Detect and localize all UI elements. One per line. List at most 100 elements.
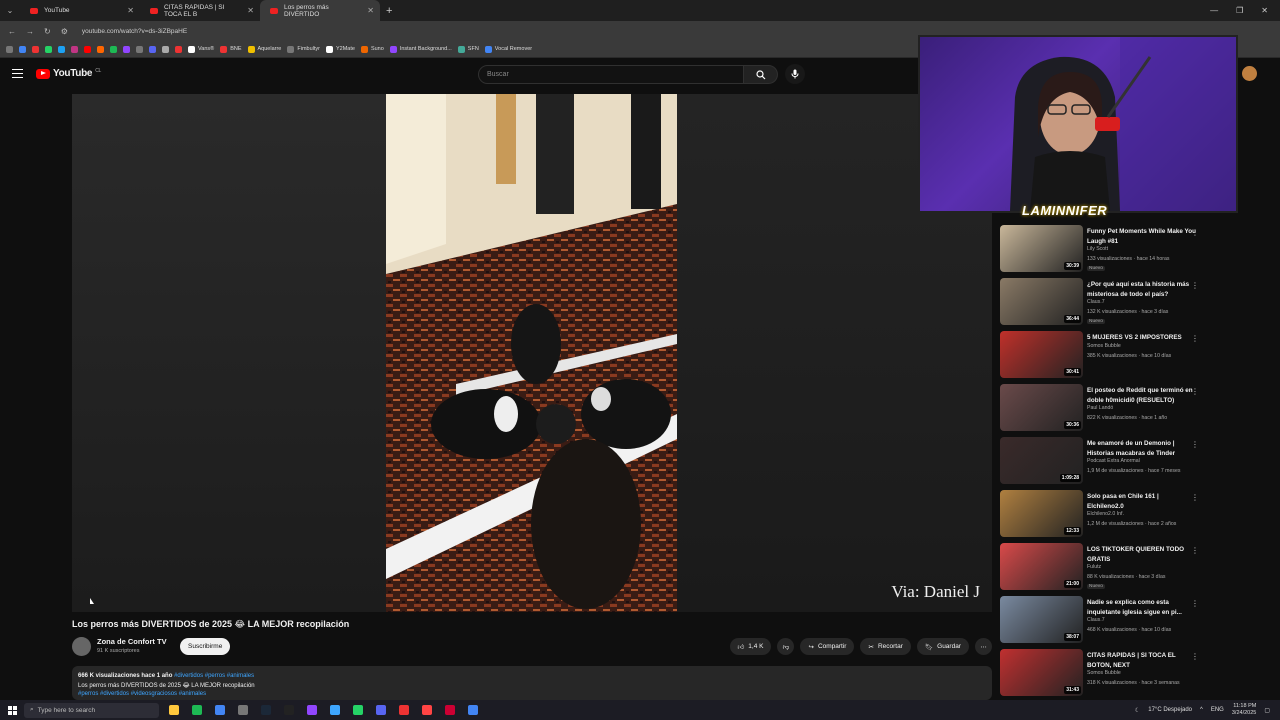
bookmark-icon[interactable] bbox=[45, 45, 52, 53]
more-actions-button[interactable]: ⋯ bbox=[975, 638, 992, 655]
video-frame[interactable] bbox=[386, 94, 677, 612]
chrome-icon[interactable] bbox=[215, 705, 225, 715]
recommended-video-channel[interactable]: Claus.7 bbox=[1087, 299, 1105, 305]
recommended-video-channel[interactable]: Elchileno2.0 Inf. bbox=[1087, 511, 1124, 517]
close-tab-icon[interactable]: ✕ bbox=[247, 6, 254, 15]
chrome-icon[interactable] bbox=[468, 705, 478, 715]
app-icon[interactable] bbox=[399, 705, 409, 715]
bookmark-icon[interactable] bbox=[136, 45, 143, 53]
bookmark-icon[interactable] bbox=[32, 45, 39, 53]
more-options-icon[interactable]: ⋮ bbox=[1191, 440, 1199, 449]
more-options-icon[interactable]: ⋮ bbox=[1191, 599, 1199, 608]
recommended-video-channel[interactable]: Podcast Extra Anormal bbox=[1087, 458, 1140, 464]
more-options-icon[interactable]: ⋮ bbox=[1191, 228, 1199, 237]
recommended-video-title[interactable]: 5 MUJERES VS 2 IMPOSTORES bbox=[1087, 333, 1197, 343]
minimize-icon[interactable]: — bbox=[1210, 6, 1218, 15]
bookmark-item[interactable]: BNE bbox=[220, 45, 242, 53]
bookmark-item[interactable]: Y2Mate bbox=[325, 45, 355, 53]
video-thumbnail[interactable]: 30:39 bbox=[1000, 225, 1083, 272]
close-tab-icon[interactable]: ✕ bbox=[367, 6, 374, 15]
tray-chevron-icon[interactable]: ^ bbox=[1200, 707, 1203, 713]
bookmark-icon[interactable] bbox=[175, 45, 182, 53]
app-icon[interactable] bbox=[330, 705, 340, 715]
more-options-icon[interactable]: ⋮ bbox=[1191, 387, 1199, 396]
recommended-video-channel[interactable]: Claus.7 bbox=[1087, 617, 1105, 623]
spotify-icon[interactable] bbox=[192, 705, 202, 715]
menu-icon[interactable] bbox=[12, 69, 23, 78]
recommended-video-channel[interactable]: Paul Landó bbox=[1087, 405, 1113, 411]
obs-icon[interactable] bbox=[284, 705, 294, 715]
bookmark-icon[interactable] bbox=[6, 45, 13, 53]
recommended-video-title[interactable]: LOS TIKTOKER QUIEREN TODO GRATIS bbox=[1087, 545, 1197, 564]
description-hashtags[interactable]: #divertidos #perros #animales bbox=[174, 673, 254, 679]
bookmark-icon[interactable] bbox=[149, 45, 156, 53]
whatsapp-icon[interactable] bbox=[353, 705, 363, 715]
subscribe-button[interactable]: Suscribirme bbox=[180, 638, 231, 655]
browser-tab[interactable]: CITAS RAPIDAS | SI TOCA EL B ✕ bbox=[140, 0, 260, 21]
video-thumbnail[interactable]: 31:43 bbox=[1000, 649, 1083, 696]
channel-name[interactable]: Zona de Confort TV bbox=[97, 637, 167, 646]
maximize-icon[interactable]: ❐ bbox=[1236, 6, 1243, 15]
recommended-video-title[interactable]: CITAS RAPIDAS | SI TOCA EL BOTON, NEXT bbox=[1087, 651, 1197, 670]
taskbar-search[interactable]: ⌕ Type here to search bbox=[24, 702, 159, 718]
recommended-video-channel[interactable]: Somos Bubble bbox=[1087, 343, 1121, 349]
bookmark-icon[interactable] bbox=[97, 45, 104, 53]
video-thumbnail[interactable]: 30:41 bbox=[1000, 331, 1083, 378]
steam-icon[interactable] bbox=[261, 705, 271, 715]
url-field[interactable]: youtube.com/watch?v=ds-3iZBpaHE bbox=[82, 28, 187, 35]
recommended-video-title[interactable]: Me enamoré de un Demonio | Historias mac… bbox=[1087, 439, 1197, 458]
bookmark-icon[interactable] bbox=[123, 45, 130, 53]
discord-icon[interactable] bbox=[376, 705, 386, 715]
recommended-video-title[interactable]: Funny Pet Moments While Make You Laugh #… bbox=[1087, 227, 1197, 246]
close-window-icon[interactable]: ✕ bbox=[1261, 6, 1268, 15]
save-button[interactable]: 🔖︎ Guardar bbox=[916, 638, 969, 655]
more-options-icon[interactable]: ⋮ bbox=[1191, 546, 1199, 555]
browser-tab[interactable]: YouTube ✕ bbox=[20, 0, 140, 21]
recommended-video[interactable]: 30:39 Funny Pet Moments While Make You La… bbox=[1000, 225, 1205, 278]
recommended-video[interactable]: 12:33 Solo pasa en Chile 161 | Elchileno2… bbox=[1000, 490, 1205, 543]
app-icon[interactable] bbox=[445, 705, 455, 715]
notifications-icon[interactable]: ▢ bbox=[1264, 707, 1270, 714]
bookmark-item[interactable]: Fimbultyr bbox=[287, 45, 320, 53]
recommended-video[interactable]: 38:07 Nadie se explica como esta inquieta… bbox=[1000, 596, 1205, 649]
more-options-icon[interactable]: ⋮ bbox=[1191, 281, 1199, 290]
bookmark-icon[interactable] bbox=[71, 45, 78, 53]
browser-tab-active[interactable]: Los perros más DIVERTIDO ✕ bbox=[260, 0, 380, 21]
bookmark-item[interactable]: Instant Background... bbox=[389, 45, 452, 53]
close-tab-icon[interactable]: ✕ bbox=[127, 6, 134, 15]
language-indicator[interactable]: ENG bbox=[1211, 707, 1224, 713]
user-avatar[interactable] bbox=[1242, 66, 1257, 81]
file-explorer-icon[interactable] bbox=[169, 705, 179, 715]
new-tab-icon[interactable]: + bbox=[380, 5, 398, 17]
voice-search-button[interactable] bbox=[785, 64, 805, 84]
clock[interactable]: 11:18 PM 3/24/2025 bbox=[1232, 703, 1256, 717]
recommended-video[interactable]: 21:00 LOS TIKTOKER QUIEREN TODO GRATIS Ful… bbox=[1000, 543, 1205, 596]
search-button[interactable] bbox=[744, 65, 778, 84]
more-options-icon[interactable]: ⋮ bbox=[1191, 652, 1199, 661]
bookmark-item[interactable]: SFN bbox=[457, 45, 479, 53]
bookmark-icon[interactable] bbox=[58, 45, 65, 53]
recommended-video-channel[interactable]: Fulutz bbox=[1087, 564, 1101, 570]
share-button[interactable]: ↪ Compartir bbox=[800, 638, 855, 655]
twitch-icon[interactable] bbox=[307, 705, 317, 715]
bookmark-icon[interactable] bbox=[19, 45, 26, 53]
recommended-video[interactable]: 1:09:28 Me enamoré de un Demonio | Histor… bbox=[1000, 437, 1205, 490]
video-description[interactable]: 666 K visualizaciones hace 1 año #divert… bbox=[72, 666, 992, 700]
recommended-video-channel[interactable]: Somos Bubble bbox=[1087, 670, 1121, 676]
video-thumbnail[interactable]: 30:36 bbox=[1000, 384, 1083, 431]
video-thumbnail[interactable]: 21:00 bbox=[1000, 543, 1083, 590]
recommended-video-title[interactable]: Solo pasa en Chile 161 | Elchileno2.0 bbox=[1087, 492, 1197, 511]
tab-search-icon[interactable]: ⌄ bbox=[0, 6, 20, 15]
weather-text[interactable]: 17°C Despejado bbox=[1148, 707, 1192, 713]
start-button[interactable] bbox=[0, 705, 24, 715]
app-icon[interactable] bbox=[238, 705, 248, 715]
bookmark-icon[interactable] bbox=[162, 45, 169, 53]
forward-icon[interactable]: → bbox=[26, 27, 34, 36]
bookmark-icon[interactable] bbox=[84, 45, 91, 53]
bookmark-item[interactable]: Vans® bbox=[188, 45, 214, 53]
channel-avatar[interactable] bbox=[72, 637, 91, 656]
video-thumbnail[interactable]: 12:33 bbox=[1000, 490, 1083, 537]
dislike-button[interactable]: 👎︎ bbox=[777, 638, 795, 655]
recommended-video-channel[interactable]: Lily Scott bbox=[1087, 246, 1108, 252]
recommended-video-title[interactable]: El posteo de Reddit que terminó en doble… bbox=[1087, 386, 1197, 405]
